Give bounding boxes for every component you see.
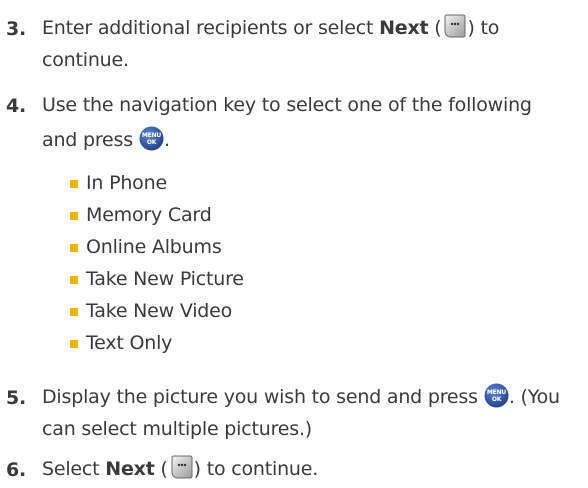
step-5-line-1: Display the picture you wish to send and… — [42, 383, 560, 411]
right-softkey-icon — [171, 455, 193, 479]
step-6-line-1: Select Next ( ) to continue. — [42, 455, 318, 483]
svg-text:MENU: MENU — [487, 389, 506, 396]
bullet-icon — [70, 180, 78, 188]
step-3-line-2: continue. — [42, 49, 129, 71]
right-softkey-icon — [444, 14, 466, 38]
bullet-icon — [70, 244, 78, 252]
bullet-icon — [70, 212, 78, 220]
bullet-icon — [70, 276, 78, 284]
step-number: 3. — [6, 18, 27, 40]
list-item: Take New Video — [86, 300, 233, 322]
step-number: 6. — [6, 459, 27, 481]
next-label: Next — [105, 458, 155, 480]
step-4-line-2: and press MENU OK . — [42, 126, 170, 154]
svg-text:OK: OK — [147, 139, 157, 146]
step-4-line-1: Use the navigation key to select one of … — [42, 94, 532, 116]
bullet-icon — [70, 308, 78, 316]
svg-text:MENU: MENU — [142, 132, 161, 139]
list-item: Text Only — [86, 332, 173, 354]
menu-ok-key-icon: MENU OK — [484, 383, 509, 408]
list-item: In Phone — [86, 172, 167, 194]
list-item: Take New Picture — [86, 268, 244, 290]
svg-text:OK: OK — [492, 396, 502, 403]
list-item: Online Albums — [86, 236, 222, 258]
list-item: Memory Card — [86, 204, 212, 226]
step-number: 4. — [6, 95, 27, 117]
next-label: Next — [379, 17, 429, 39]
bullet-icon — [70, 340, 78, 348]
menu-ok-key-icon: MENU OK — [139, 126, 164, 151]
step-3-line-1: Enter additional recipients or select Ne… — [42, 14, 499, 42]
step-5-line-2: can select multiple pictures.) — [42, 418, 313, 440]
step-number: 5. — [6, 387, 27, 409]
